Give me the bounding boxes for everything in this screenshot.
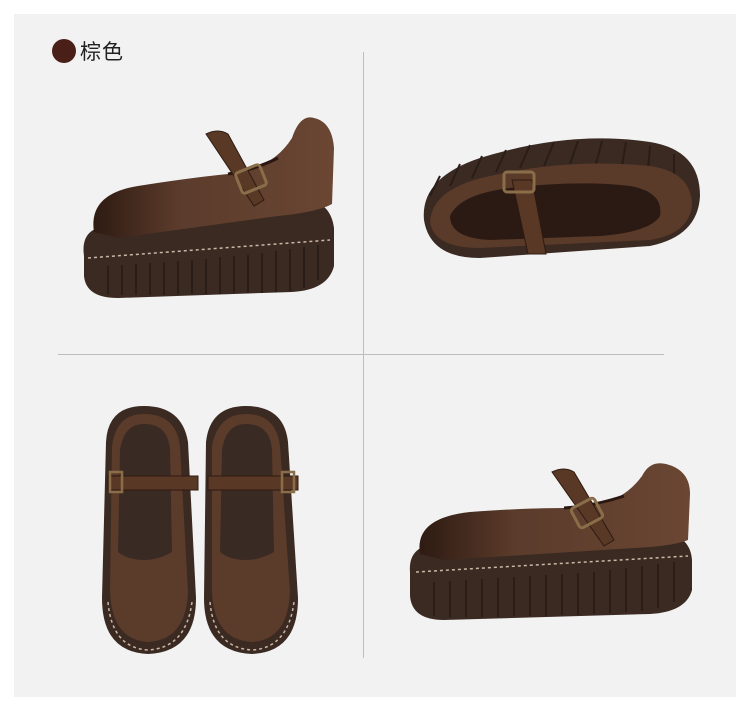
shoe-side-view-left [78,108,340,308]
shoe-pair-top-view [98,402,304,658]
horizontal-divider [58,354,664,355]
color-legend: 棕色 [52,38,124,64]
color-swatch [52,39,76,63]
vertical-divider [363,52,364,658]
color-label: 棕色 [80,40,124,64]
shoe-side-view-right [404,462,696,624]
shoe-back-view [420,136,702,266]
